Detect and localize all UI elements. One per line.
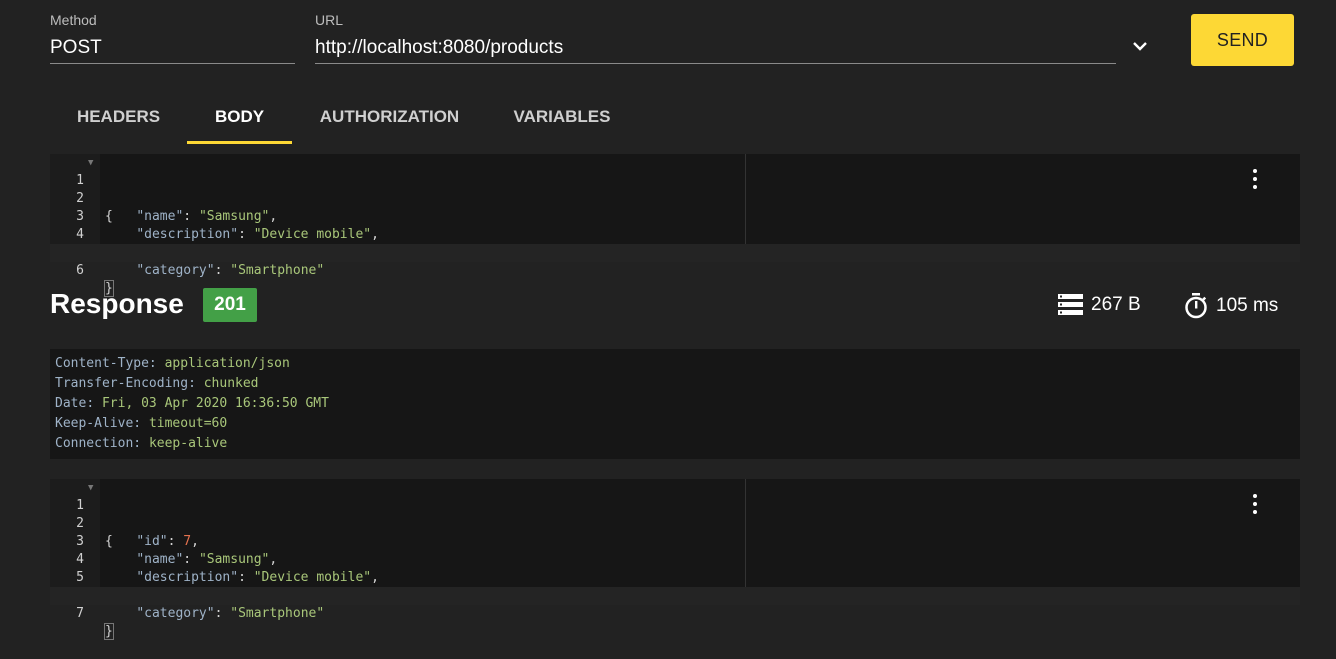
code-line: 1 ▼ { [50, 154, 1300, 224]
line-number: 7 [76, 606, 84, 621]
json-key: "category" [136, 263, 215, 278]
request-body-editor[interactable]: 1 ▼ { 2 "name": "Samsung", 3 "descriptio… [50, 154, 1300, 297]
method-field[interactable]: POST [50, 37, 102, 59]
response-title: Response [50, 288, 184, 319]
json-key: "category" [136, 606, 215, 621]
header-key: Transfer-Encoding [55, 376, 189, 391]
code-line: 1 ▼ { [50, 479, 1300, 549]
response-header-line: Keep-Alive: timeout=60 [55, 416, 228, 431]
response-time: 105 ms [1184, 293, 1278, 319]
more-vert-icon[interactable] [1252, 169, 1258, 191]
code-line-active: 7 } [50, 587, 1300, 640]
code-line: 4 "price": 1200, [50, 208, 1300, 260]
fold-arrow-icon[interactable]: ▼ [88, 479, 93, 497]
response-size-value: 267 B [1091, 294, 1141, 315]
header-value: keep-alive [148, 436, 228, 451]
code-line: 2 "id": 7, [50, 497, 1300, 549]
header-key: Connection [55, 436, 134, 451]
chevron-down-icon[interactable] [1128, 34, 1152, 58]
close-brace: } [104, 623, 114, 640]
code-line-active: 6 } [50, 244, 1300, 297]
code-line: 2 "name": "Samsung", [50, 172, 1300, 224]
url-field[interactable]: http://localhost:8080/products [315, 37, 563, 59]
response-time-value: 105 ms [1216, 295, 1279, 316]
tab-headers[interactable]: HEADERS [60, 90, 177, 144]
code-line: 4 "description": "Device mobile", [50, 533, 1300, 585]
url-underline [315, 63, 1116, 64]
timer-icon [1185, 293, 1207, 319]
send-button[interactable]: SEND [1191, 14, 1294, 66]
header-key: Keep-Alive [55, 416, 134, 431]
line-number: 6 [76, 263, 84, 278]
json-value: "Smartphone" [230, 263, 325, 278]
url-label: URL [315, 12, 344, 28]
response-header-line: Connection: keep-alive [55, 436, 228, 451]
header-key: Date [55, 396, 87, 411]
status-badge: 201 [203, 288, 257, 322]
header-key: Content-Type [55, 356, 149, 371]
method-label: Method [50, 12, 97, 28]
header-value: Fri, 03 Apr 2020 16:36:50 GMT [101, 396, 329, 411]
tab-variables[interactable]: VARIABLES [487, 90, 637, 144]
response-header-line: Content-Type: application/json [55, 356, 290, 371]
method-underline [50, 63, 295, 64]
code-line: 5 "price": 1200, [50, 551, 1300, 603]
code-line: 3 "description": "Device mobile", [50, 190, 1300, 242]
header-value: chunked [203, 376, 259, 391]
tab-body[interactable]: BODY [187, 90, 292, 144]
tab-authorization[interactable]: AUTHORIZATION [302, 90, 477, 144]
response-size: 267 B [1058, 293, 1141, 317]
code-line: 3 "name": "Samsung", [50, 515, 1300, 567]
response-body-editor[interactable]: 1 ▼ { 2 "id": 7, 3 "name": "Samsung", 4 … [50, 479, 1300, 640]
response-header-line: Date: Fri, 03 Apr 2020 16:36:50 GMT [55, 396, 329, 411]
storage-icon [1058, 294, 1083, 315]
more-vert-icon[interactable] [1252, 494, 1258, 516]
code-line: 5 "category": "Smartphone" [50, 226, 1300, 278]
active-tab-indicator [187, 141, 292, 144]
response-headers-panel: Content-Type: application/json Transfer-… [50, 349, 1300, 459]
header-value: timeout=60 [148, 416, 228, 431]
fold-arrow-icon[interactable]: ▼ [88, 154, 93, 172]
json-value: "Smartphone" [230, 606, 325, 621]
response-header-line: Transfer-Encoding: chunked [55, 376, 259, 391]
code-line: 6 "category": "Smartphone" [50, 569, 1300, 621]
header-value: application/json [164, 356, 290, 371]
